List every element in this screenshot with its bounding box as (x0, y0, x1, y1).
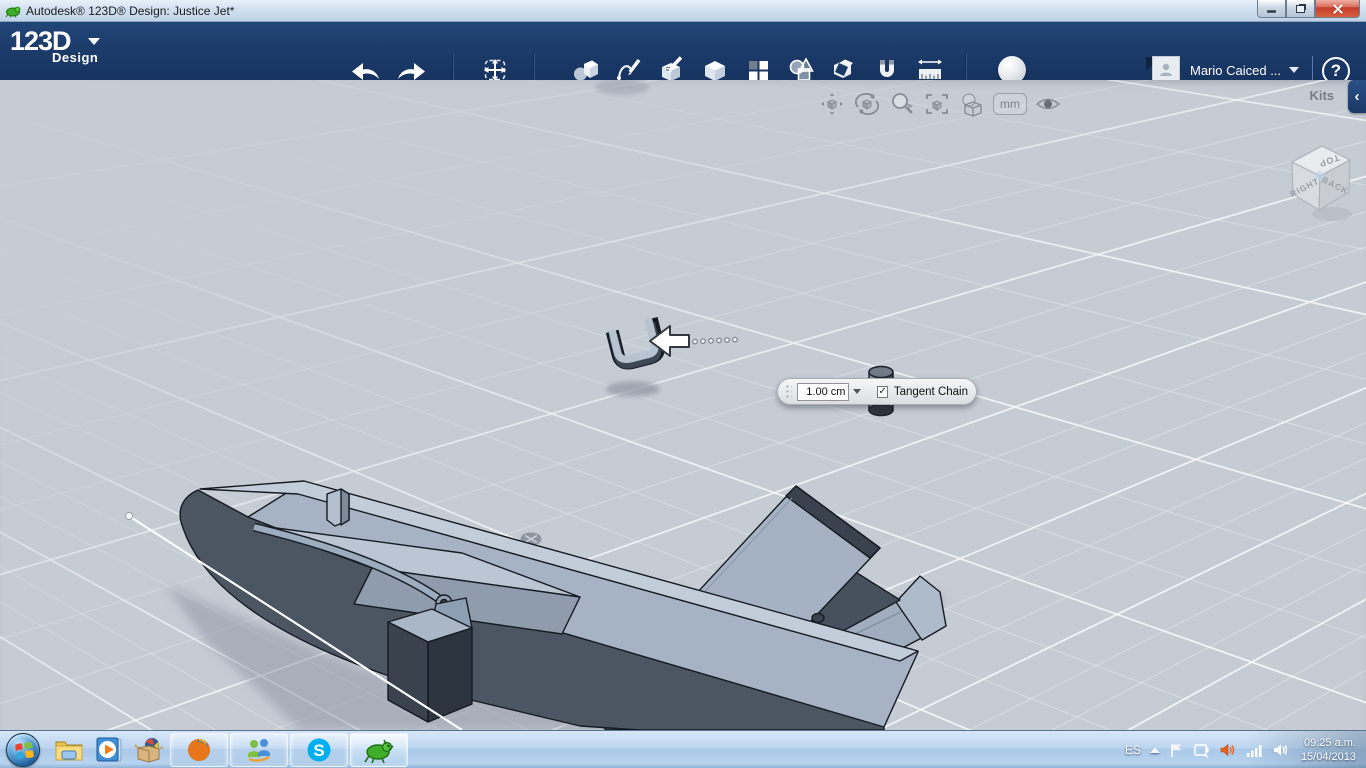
hud-grip-handle[interactable] (785, 383, 793, 400)
orbit-button[interactable] (853, 90, 881, 118)
restore-button[interactable] (1286, 0, 1315, 18)
window-title: Autodesk® 123D® Design: Justice Jet* (26, 3, 235, 18)
fillet-hud-popup: ✓ Tangent Chain (777, 378, 977, 405)
help-icon: ? (1330, 61, 1342, 80)
check-icon: ✓ (878, 386, 887, 397)
titlebar[interactable]: Autodesk® 123D® Design: Justice Jet* (0, 0, 1366, 22)
visibility-button[interactable] (1034, 90, 1062, 118)
tray-flag-icon[interactable] (1169, 742, 1185, 758)
minimize-button[interactable] (1257, 0, 1286, 18)
box-app-icon (134, 737, 164, 763)
u-part-shadow (606, 381, 660, 397)
zoom-button[interactable] (888, 90, 916, 118)
media-player-icon (96, 737, 122, 761)
scene-svg (0, 80, 1366, 730)
application-window: Autodesk® 123D® Design: Justice Jet* 123… (0, 0, 1366, 768)
taskbar-firefox-button[interactable] (170, 732, 228, 767)
viewcube[interactable]: TOP RIGHT BACK (1280, 136, 1360, 228)
tangent-chain-checkbox[interactable]: ✓ (877, 385, 888, 398)
app-menu-chevron-icon[interactable] (88, 38, 100, 46)
kits-collapse-button[interactable]: ‹ (1348, 80, 1366, 113)
user-dropdown-caret-icon (1289, 67, 1300, 78)
fit-icon (926, 94, 948, 114)
radius-dropdown-caret-icon[interactable] (853, 389, 862, 398)
main-toolbar: 123D Design Mario Caiced ... ? (0, 22, 1366, 91)
shading-button[interactable] (958, 90, 986, 118)
kits-collapse-chevron-icon: ‹ (1354, 88, 1360, 105)
tray-speaker-icon[interactable] (1273, 742, 1290, 758)
shading-icon (962, 93, 982, 117)
units-button[interactable]: mm (993, 93, 1027, 115)
taskbar-clock[interactable]: 09:25 a.m. 15/04/2013 (1301, 736, 1356, 764)
fit-button[interactable] (923, 90, 951, 118)
restore-icon (1296, 4, 1305, 13)
tray-volume-mixer-icon[interactable] (1220, 742, 1237, 758)
windows-taskbar: S ES 09:25 a.m. 15/04/2013 (0, 730, 1366, 768)
units-label: mm (1000, 97, 1020, 111)
explorer-icon (55, 741, 83, 760)
zoom-icon (892, 93, 913, 114)
start-orb-icon (15, 741, 34, 759)
radius-value-input[interactable] (797, 382, 850, 401)
orbit-icon (854, 92, 880, 116)
visibility-eye-icon (1035, 98, 1061, 110)
app-logo[interactable]: 123D Design (10, 28, 99, 66)
language-indicator[interactable]: ES (1125, 743, 1141, 757)
view-nav-toolbar: mm (818, 90, 1062, 118)
kits-panel-label: Kits (1309, 88, 1334, 103)
taskbar-123d-button[interactable] (350, 732, 408, 767)
close-button[interactable] (1315, 0, 1360, 18)
app-123d-taskbar-icon (364, 739, 394, 763)
logo-subtext: Design (52, 50, 99, 65)
clock-date: 15/04/2013 (1300, 751, 1356, 763)
messenger-icon (248, 738, 270, 762)
taskbar-box-app-button[interactable] (129, 732, 169, 768)
tray-power-icon[interactable] (1194, 742, 1211, 758)
system-tray: ES 09:25 a.m. 15/04/2013 (1125, 731, 1362, 768)
pan-button[interactable] (818, 90, 846, 118)
tray-network-icon[interactable] (1246, 742, 1264, 758)
app-mascot-icon (5, 6, 21, 18)
firefox-icon (188, 738, 210, 761)
minimize-icon (1267, 10, 1276, 13)
skype-icon: S (307, 738, 331, 761)
pan-icon (821, 93, 843, 115)
taskbar-explorer-button[interactable] (49, 732, 89, 768)
start-button[interactable] (6, 732, 40, 767)
skype-letter: S (313, 741, 324, 760)
viewport-canvas[interactable]: mm Kits ‹ TOP RIGHT BACK 1.00 cm ✓ Tange… (0, 80, 1366, 730)
close-icon (1332, 4, 1343, 13)
tangent-chain-label: Tangent Chain (893, 385, 968, 398)
taskbar-skype-button[interactable]: S (290, 732, 348, 767)
user-name: Mario Caiced ... (1190, 62, 1282, 78)
taskbar-media-player-button[interactable] (89, 732, 129, 768)
tray-up-arrow-icon[interactable] (1149, 742, 1160, 753)
taskbar-messenger-button[interactable] (230, 732, 288, 767)
clock-time: 09:25 a.m. (1304, 737, 1356, 749)
